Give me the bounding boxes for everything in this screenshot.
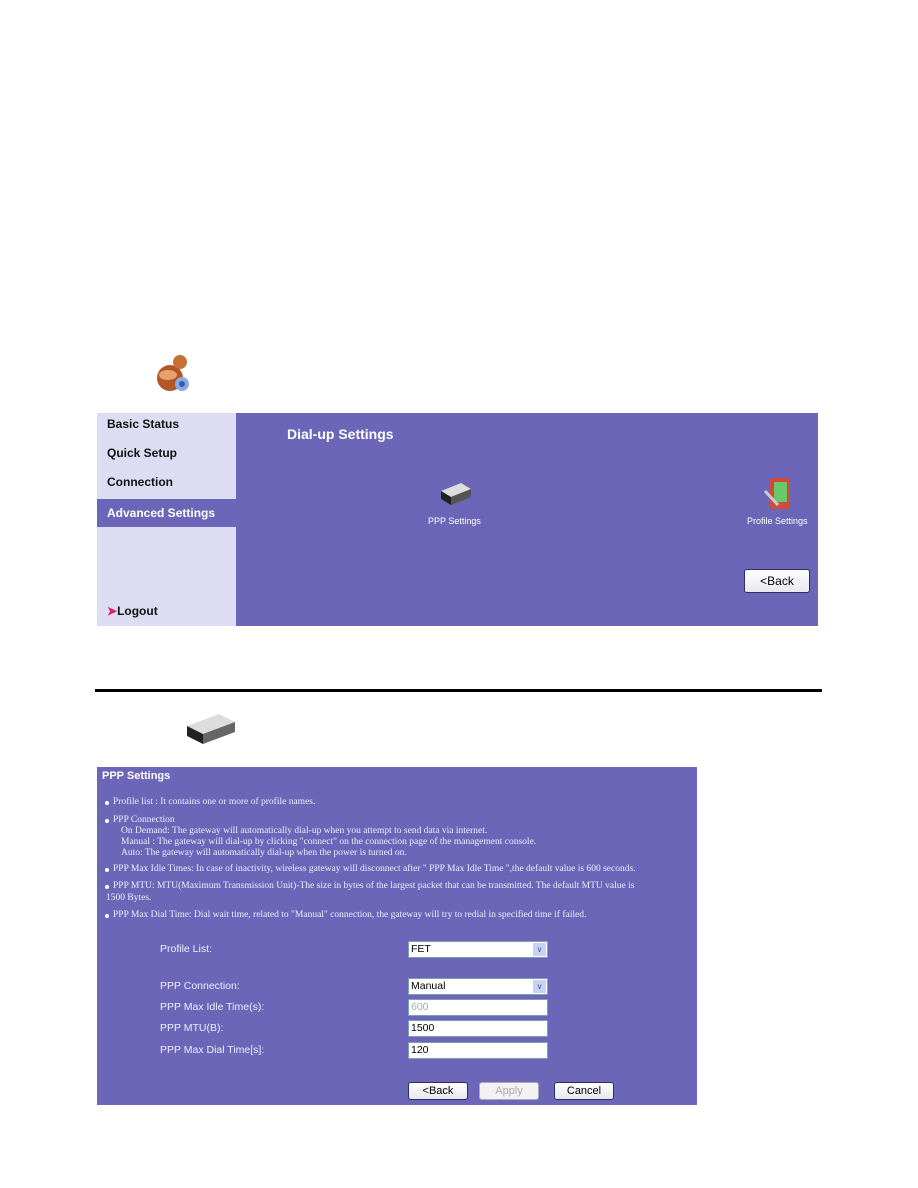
max-dial-input[interactable]: 120 xyxy=(408,1042,548,1059)
dialup-settings-panel: Basic Status Quick Setup Connection Adva… xyxy=(97,413,818,626)
sidebar-item-quick-setup[interactable]: Quick Setup xyxy=(97,439,236,467)
back-button[interactable]: <Back xyxy=(408,1082,468,1100)
profile-list-select[interactable]: FET ∨ xyxy=(408,941,548,958)
mtu-label: PPP MTU(B): xyxy=(160,1022,224,1034)
ppp-connection-select[interactable]: Manual ∨ xyxy=(408,978,548,995)
help-text: PPP MTU: MTU(Maximum Transmission Unit)-… xyxy=(104,881,635,891)
pda-tools-icon[interactable] xyxy=(763,477,792,511)
chevron-down-icon: ∨ xyxy=(533,943,546,956)
apply-button[interactable]: Apply xyxy=(479,1082,539,1100)
chevron-down-icon: ∨ xyxy=(533,980,546,993)
help-text: PPP Connection xyxy=(105,815,175,825)
mtu-input[interactable]: 1500 xyxy=(408,1020,548,1037)
sidebar-item-connection[interactable]: Connection xyxy=(97,468,236,496)
profile-list-value: FET xyxy=(411,943,431,955)
ppp-settings-link[interactable]: PPP Settings xyxy=(428,516,481,526)
profile-settings-link[interactable]: Profile Settings xyxy=(747,516,808,526)
max-dial-label: PPP Max Dial Time[s]: xyxy=(160,1044,265,1056)
sidebar: Basic Status Quick Setup Connection Adva… xyxy=(97,413,236,626)
help-text: PPP Max Dial Time: Dial wait time, relat… xyxy=(104,910,587,920)
ppp-connection-label: PPP Connection: xyxy=(160,980,240,992)
section-title: PPP Settings xyxy=(102,770,171,782)
help-text: PPP Max Idle Times: In case of inactivit… xyxy=(105,864,636,874)
setup-logo-icon xyxy=(148,350,196,398)
ppp-connection-value: Manual xyxy=(411,980,446,992)
logout-link[interactable]: ➤Logout xyxy=(107,604,158,618)
modem-icon xyxy=(183,712,239,746)
help-text: 1500 Bytes. xyxy=(106,893,152,903)
page-title: Dial-up Settings xyxy=(287,426,394,442)
ppp-settings-panel: PPP Settings Profile list : It contains … xyxy=(97,767,697,1105)
modem-icon[interactable] xyxy=(437,481,473,507)
back-button[interactable]: <Back xyxy=(744,569,810,593)
section-divider xyxy=(95,689,822,692)
sidebar-item-advanced-settings[interactable]: Advanced Settings xyxy=(97,499,236,527)
cancel-button[interactable]: Cancel xyxy=(554,1082,614,1100)
logout-arrow-icon: ➤ xyxy=(107,604,118,618)
help-text: On Demand: The gateway will automaticall… xyxy=(121,826,488,836)
help-text: Manual : The gateway will dial-up by cli… xyxy=(121,837,537,847)
help-text: Auto: The gateway will automatically dia… xyxy=(121,848,407,858)
logout-label: Logout xyxy=(117,604,158,618)
sidebar-item-basic-status[interactable]: Basic Status xyxy=(97,410,236,438)
max-idle-input[interactable]: 600 xyxy=(408,999,548,1016)
max-idle-label: PPP Max Idle Time(s): xyxy=(160,1001,265,1013)
help-text: Profile list : It contains one or more o… xyxy=(104,797,316,807)
profile-list-label: Profile List: xyxy=(160,943,212,955)
